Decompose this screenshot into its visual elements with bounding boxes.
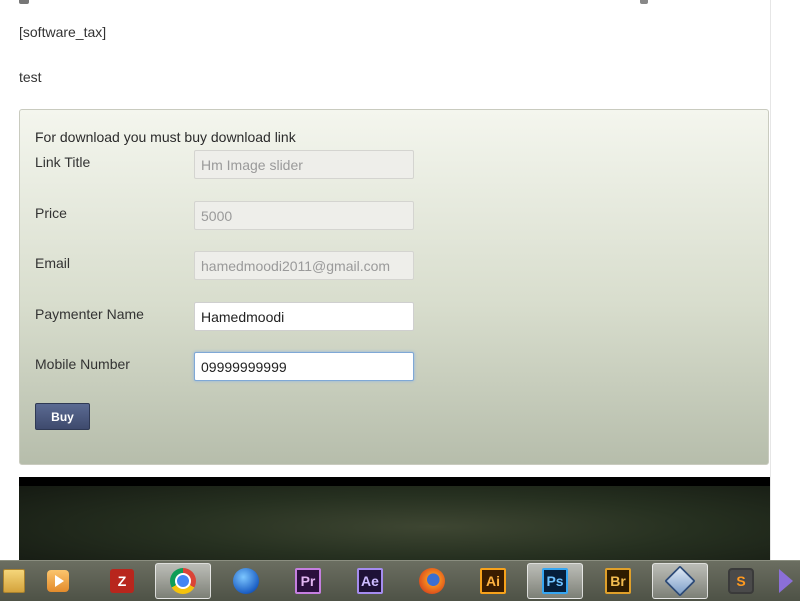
illustrator-icon: Ai — [480, 568, 506, 594]
link-title-row: Link Title — [35, 150, 435, 180]
taskbar-filezilla[interactable]: Z — [94, 563, 150, 599]
paymenter-name-row: Paymenter Name — [35, 302, 435, 332]
mobile-number-field[interactable] — [194, 352, 414, 381]
taskbar-firefox[interactable] — [404, 563, 460, 599]
premiere-icon: Pr — [295, 568, 321, 594]
link-title-field[interactable] — [194, 150, 414, 179]
cutoff-icon — [19, 0, 29, 4]
sublime-text-icon: S — [728, 568, 754, 594]
download-purchase-form: For download you must buy download link … — [19, 109, 769, 465]
taskbar-bridge[interactable]: Br — [590, 563, 646, 599]
shortcode-text: [software_tax] — [19, 24, 107, 40]
show-more-icon — [779, 569, 793, 593]
filezilla-icon: Z — [108, 567, 136, 595]
email-label: Email — [35, 255, 71, 271]
taskbar-media-player[interactable] — [30, 563, 86, 599]
chrome-icon — [169, 567, 197, 595]
price-label: Price — [35, 205, 67, 221]
price-field[interactable] — [194, 201, 414, 230]
test-text: test — [19, 69, 42, 85]
taskbar-after-effects[interactable]: Ae — [342, 563, 398, 599]
link-title-label: Link Title — [35, 154, 91, 170]
dark-texture-banner — [19, 477, 770, 560]
buy-button[interactable]: Buy — [35, 403, 90, 430]
windows-taskbar: Z Pr Ae Ai Ps Br S — [0, 560, 800, 601]
mobile-number-row: Mobile Number — [35, 352, 435, 382]
form-intro-text: For download you must buy download link — [35, 129, 296, 145]
email-row: Email — [35, 251, 435, 281]
bridge-icon: Br — [605, 568, 631, 594]
page-scrollbar[interactable] — [770, 0, 800, 560]
taskbar-browser[interactable] — [218, 563, 274, 599]
photoshop-icon: Ps — [542, 568, 568, 594]
taskbar-show-more[interactable] — [772, 563, 800, 599]
taskbar-virtualbox[interactable] — [652, 563, 708, 599]
cutoff-icon — [640, 0, 648, 4]
media-player-icon — [44, 567, 72, 595]
after-effects-icon: Ae — [357, 568, 383, 594]
taskbar-photoshop[interactable]: Ps — [527, 563, 583, 599]
taskbar-chrome[interactable] — [155, 563, 211, 599]
taskbar-premiere[interactable]: Pr — [280, 563, 336, 599]
paymenter-name-field[interactable] — [194, 302, 414, 331]
email-field[interactable] — [194, 251, 414, 280]
mobile-number-label: Mobile Number — [35, 356, 130, 372]
page-top-cutoff — [0, 0, 770, 6]
firefox-icon — [418, 567, 446, 595]
browser-globe-icon — [232, 567, 260, 595]
price-row: Price — [35, 201, 435, 231]
explorer-icon — [0, 567, 28, 595]
virtualbox-icon — [664, 565, 696, 597]
taskbar-illustrator[interactable]: Ai — [465, 563, 521, 599]
paymenter-name-label: Paymenter Name — [35, 306, 144, 322]
taskbar-sublime-text[interactable]: S — [713, 563, 769, 599]
